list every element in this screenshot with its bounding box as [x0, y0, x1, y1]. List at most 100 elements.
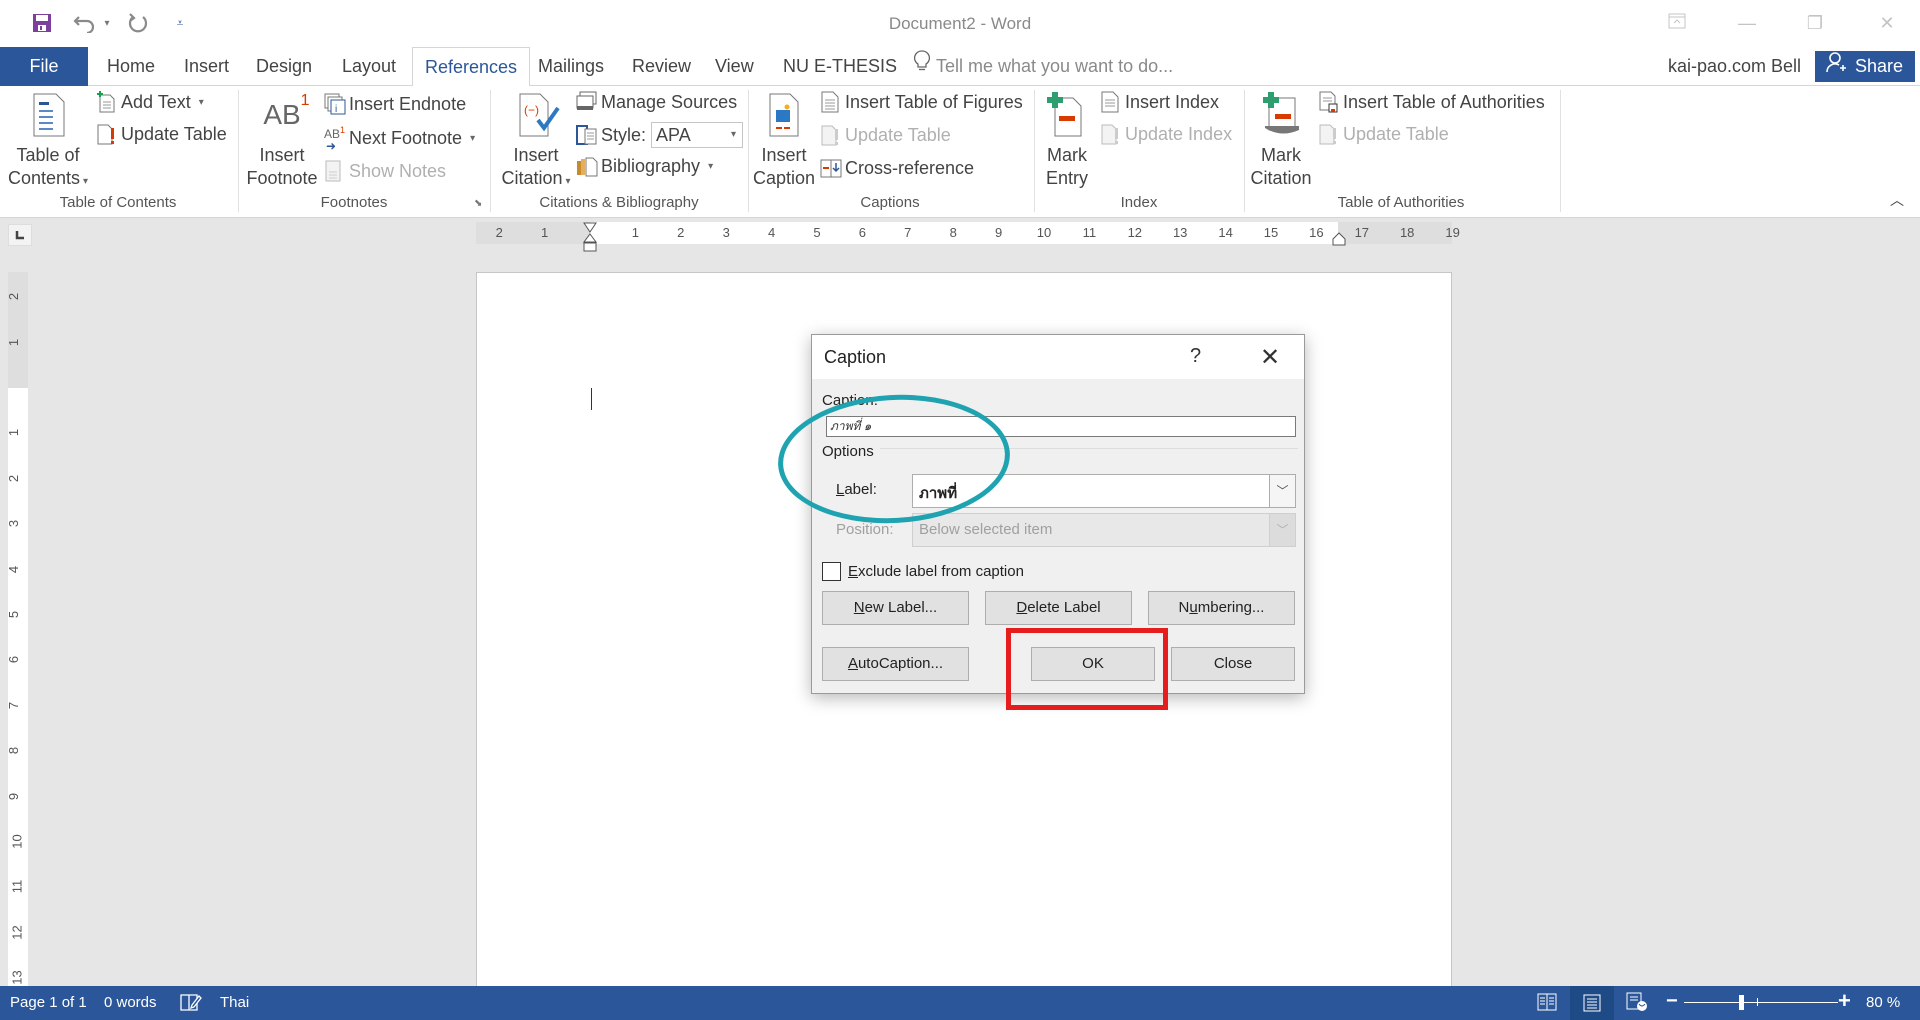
ribbon-tabs: File Home Insert Design Layout Reference…	[0, 47, 1920, 87]
update-table-icon	[820, 124, 840, 146]
ruler-number: 17	[1354, 225, 1370, 240]
chevron-down-icon[interactable]: ﹀	[1269, 475, 1295, 507]
insert-table-of-figures-button[interactable]: Insert Table of Figures	[820, 88, 1023, 116]
label-dropdown[interactable]: ภาพที่ ﹀	[912, 474, 1296, 508]
caption-input[interactable]: ภาพที่ ๑	[826, 416, 1296, 437]
insert-footnote-button[interactable]: AB 1 Insert Footnote	[242, 92, 322, 190]
mark-entry-button[interactable]: Mark Entry	[1034, 92, 1100, 190]
tab-insert[interactable]: Insert	[172, 47, 241, 86]
ruler-number: 6	[858, 225, 867, 240]
tab-view[interactable]: View	[703, 47, 766, 86]
citation-style-icon	[576, 124, 597, 146]
manage-sources-button[interactable]: Manage Sources	[576, 88, 737, 116]
style-selector[interactable]: Style: APA ▾	[576, 121, 744, 149]
ruler-number: 1	[540, 225, 549, 240]
indent-marker[interactable]	[583, 222, 597, 257]
tab-review[interactable]: Review	[620, 47, 703, 86]
tab-home[interactable]: Home	[95, 47, 167, 86]
proofing-icon[interactable]	[180, 992, 202, 1016]
word-count[interactable]: 0 words	[104, 994, 157, 1011]
update-table-of-figures-button[interactable]: Update Table	[820, 121, 951, 149]
minimize-icon[interactable]: —	[1724, 10, 1770, 36]
add-text-button[interactable]: Add Text ▾	[96, 88, 204, 116]
position-field-label: Position:	[836, 521, 894, 538]
insert-endnote-button[interactable]: i Insert Endnote	[324, 90, 466, 118]
share-label: Share	[1855, 56, 1904, 76]
position-dropdown[interactable]: Below selected item ﹀	[912, 513, 1296, 547]
delete-label-button[interactable]: Delete Label	[985, 591, 1132, 625]
update-table-of-authorities-button[interactable]: Update Table	[1318, 120, 1449, 148]
share-button[interactable]: Share	[1815, 51, 1916, 82]
insert-table-of-authorities-button[interactable]: Insert Table of Authorities	[1318, 88, 1545, 116]
ruler-number: 8	[6, 747, 22, 755]
update-index-button[interactable]: Update Index	[1100, 120, 1232, 148]
horizontal-ruler[interactable]: 2 1 1 2 3 4 5 6 7 8 9 10 11 12 13 14 15 16 17 18 19	[476, 222, 1460, 252]
update-toc-button[interactable]: Update Table	[96, 120, 227, 148]
ruler-number: 12	[9, 925, 25, 940]
zoom-slider-track[interactable]	[1684, 1002, 1838, 1003]
insert-caption-button[interactable]: Insert Caption	[748, 92, 820, 190]
user-name[interactable]: kai-pao.com Bell	[1668, 47, 1801, 86]
insert-index-icon	[1100, 91, 1120, 113]
close-icon[interactable]: ✕	[1256, 343, 1284, 372]
page-count[interactable]: Page 1 of 1	[10, 994, 87, 1011]
tab-layout[interactable]: Layout	[330, 47, 408, 86]
web-layout-icon[interactable]	[1626, 992, 1648, 1016]
help-icon[interactable]: ?	[1190, 345, 1201, 368]
chevron-down-icon: ﹀	[1269, 514, 1295, 546]
show-notes-button[interactable]: Show Notes	[324, 157, 446, 185]
group-label-toc: Table of Contents	[59, 194, 177, 211]
autocaption-button[interactable]: AutoCaption...	[822, 647, 969, 681]
tab-selector[interactable]	[8, 224, 32, 246]
zoom-100-tick	[1757, 998, 1758, 1006]
ruler-number: 1	[631, 225, 640, 240]
lightbulb-icon	[914, 47, 930, 86]
ruler-number: 9	[6, 792, 22, 800]
ruler-number: 5	[6, 610, 22, 619]
insert-citation-button[interactable]: (−) Insert Citation ▾	[496, 92, 576, 193]
exclude-label-checkbox[interactable]	[822, 562, 841, 581]
zoom-slider-thumb[interactable]	[1738, 995, 1744, 1010]
ruler-number: 2	[6, 474, 22, 482]
numbering-button[interactable]: Numbering...	[1148, 591, 1295, 625]
update-index-icon	[1100, 123, 1120, 145]
collapse-ribbon-icon[interactable]: ︿	[1890, 190, 1904, 210]
group-label-index: Index	[1120, 194, 1158, 211]
svg-text:(−): (−)	[524, 103, 539, 117]
tab-nu-e-thesis[interactable]: NU E-THESIS	[771, 47, 909, 86]
footnotes-dialog-launcher-icon[interactable]: ⬊	[474, 198, 482, 209]
manage-sources-icon	[576, 91, 597, 113]
zoom-in-button[interactable]: +	[1838, 988, 1851, 1014]
zoom-out-button[interactable]: −	[1666, 990, 1678, 1013]
new-label-button[interactable]: New Label...	[822, 591, 969, 625]
insert-index-button[interactable]: Insert Index	[1100, 88, 1219, 116]
print-layout-icon[interactable]	[1570, 986, 1614, 1020]
language-indicator[interactable]: Thai	[220, 994, 249, 1011]
restore-icon[interactable]: ❐	[1792, 10, 1838, 36]
style-dropdown[interactable]: APA ▾	[651, 122, 744, 148]
table-of-contents-button[interactable]: Table of Contents ▾	[8, 92, 88, 193]
close-window-icon[interactable]: ✕	[1864, 10, 1910, 36]
close-button[interactable]: Close	[1171, 647, 1295, 681]
group-label-captions: Captions	[860, 194, 920, 211]
bibliography-button[interactable]: Bibliography ▾	[576, 152, 713, 180]
tab-references[interactable]: References	[412, 47, 531, 87]
ruler-number: 7	[904, 225, 912, 240]
next-footnote-button[interactable]: AB 1 ➜ Next Footnote ▾	[324, 124, 475, 153]
exclude-label-text[interactable]: Exclude label from caption	[848, 563, 1024, 580]
mark-citation-icon	[1261, 92, 1301, 138]
right-indent-marker[interactable]	[1332, 232, 1346, 251]
ruler-number: 6	[6, 656, 22, 664]
tab-design[interactable]: Design	[244, 47, 324, 86]
zoom-level[interactable]: 80 %	[1866, 994, 1900, 1011]
mark-citation-button[interactable]: Mark Citation	[1244, 92, 1318, 190]
tell-me-box[interactable]: Tell me what you want to do...	[914, 47, 1173, 86]
ribbon-display-options-icon[interactable]	[1654, 10, 1700, 36]
read-mode-icon[interactable]	[1537, 992, 1557, 1016]
ok-button[interactable]: OK	[1031, 647, 1155, 681]
tab-file[interactable]: File	[0, 47, 88, 86]
vertical-ruler[interactable]: 2 1 1 2 3 4 5 6 7 8 9 10 11 12 13	[6, 272, 28, 986]
cross-reference-button[interactable]: Cross-reference	[820, 154, 974, 182]
tab-mailings[interactable]: Mailings	[526, 47, 616, 86]
group-label-citations: Citations & Bibliography	[539, 194, 699, 211]
